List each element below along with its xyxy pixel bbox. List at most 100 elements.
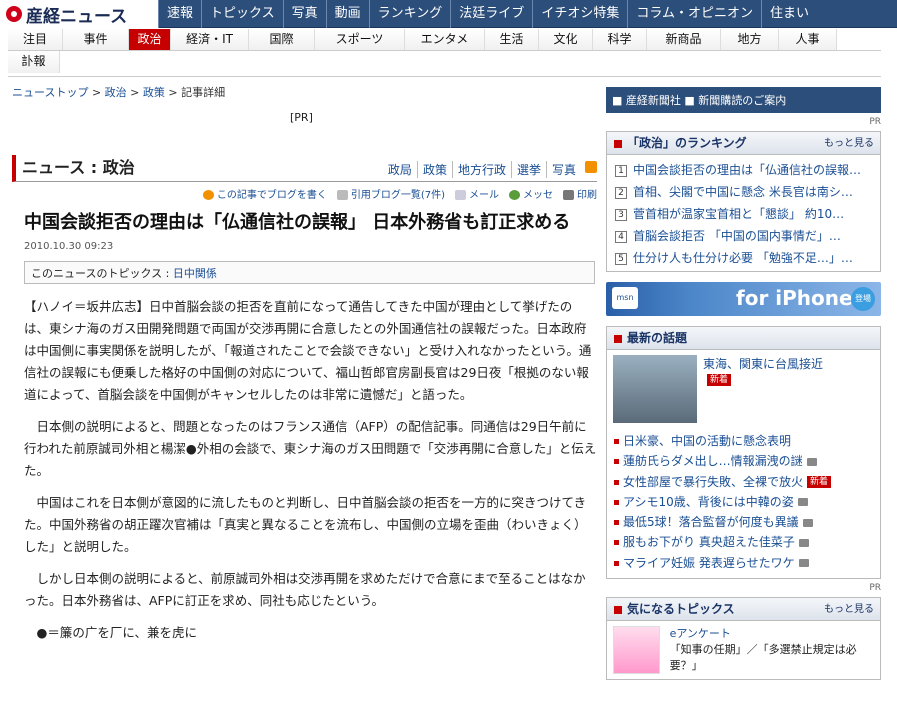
news-item[interactable]: アシモ10歳、背後には中韓の姿: [613, 492, 874, 512]
topnav-video[interactable]: 動画: [325, 0, 369, 28]
news-item[interactable]: 最低5球！落合監督が何度も異議: [613, 512, 874, 532]
category-navigation: 注目 事件 政治 経済・IT 国際 スポーツ エンタメ 生活 文化 科学 新商品…: [8, 29, 881, 77]
blog-tool-label: この記事でブログを書く: [216, 189, 327, 201]
featured-news[interactable]: 東海、関東に台風接近 新着: [613, 355, 874, 423]
topnav-court-live[interactable]: 法廷ライブ: [450, 0, 532, 28]
topic-label[interactable]: eアンケート: [670, 626, 874, 642]
latest-news-title: 最新の話題: [607, 327, 880, 350]
print-icon: [563, 189, 574, 200]
ranking-item-text: 仕分け人も仕分け必要 「勉強不足…」…: [633, 251, 853, 265]
topnav-breaking[interactable]: 速報: [158, 0, 201, 28]
subnav-sports[interactable]: スポーツ: [315, 29, 405, 50]
news-item-text: 服もお下がり 真央超えた佳菜子: [623, 535, 795, 550]
site-logo[interactable]: 産経ニュース: [0, 0, 158, 28]
article-paragraph: 【ハノイ＝坂井広志】日中首脳会談の拒否を直前になって通告してきた中国が理由として…: [24, 299, 592, 402]
subnav-culture[interactable]: 文化: [539, 29, 593, 50]
news-item[interactable]: 日米豪、中国の活動に懸念表明: [613, 431, 874, 451]
ranking-item[interactable]: 3 菅首相が温家宝首相と「懇談」 約10…: [615, 203, 874, 225]
article-paragraph: 日本側の説明によると、問題となったのはフランス通信（AFP）の配信記事。同通信は…: [24, 419, 597, 478]
iphone-banner-text: for iPhone: [736, 286, 853, 310]
messenger-icon: [509, 189, 520, 200]
section-cat-policy[interactable]: 政策: [416, 161, 452, 178]
subnav-personnel[interactable]: 人事: [779, 29, 837, 50]
ranking-item-text: 首脳会談拒否 「中国の国内事情だ」…: [633, 229, 841, 243]
topics-more-link[interactable]: もっと見る: [824, 598, 874, 621]
topnav-photo[interactable]: 写真: [282, 0, 326, 28]
subnav-politics[interactable]: 政治: [129, 29, 171, 50]
breadcrumb-news-top[interactable]: ニューストップ: [12, 86, 88, 99]
iphone-banner[interactable]: msn for iPhone 登場: [606, 282, 881, 316]
ranking-item[interactable]: 1 中国会談拒否の理由は「仏通信社の誤報…: [615, 159, 874, 181]
msn-logo-icon: msn: [612, 287, 638, 309]
section-cat-election[interactable]: 選挙: [510, 161, 546, 178]
topics-box: 気になるトピックス もっと見る eアンケート 「知事の任期」／「多選禁止規定は必要？…: [606, 597, 881, 681]
pr-label[interactable]: [PR]: [290, 111, 313, 124]
breadcrumb-current: 記事詳細: [181, 86, 226, 99]
blog-tool[interactable]: この記事でブログを書く: [202, 186, 327, 201]
topic-link[interactable]: 日中関係: [173, 267, 217, 280]
topic-thumbnail[interactable]: [613, 626, 660, 675]
subscription-banner[interactable]: ■ 産経新聞社 ■ 新聞購読のご案内: [606, 87, 881, 113]
print-tool-label: 印刷: [577, 189, 597, 201]
mail-tool[interactable]: メール: [455, 186, 499, 201]
subnav-entertainment[interactable]: エンタメ: [405, 29, 485, 50]
print-tool[interactable]: 印刷: [563, 186, 597, 201]
topic-label: このニュースのトピックス :: [31, 267, 173, 280]
ranking-item[interactable]: 5 仕分け人も仕分け必要 「勉強不足…」…: [615, 247, 874, 269]
ranking-item[interactable]: 2 首相、尖閣で中国に懸念 米長官は南シ…: [615, 181, 874, 203]
news-item[interactable]: 服もお下がり 真央超えた佳菜子: [613, 532, 874, 552]
news-item-text: 女性部屋で暴行失敗、全裸で放火: [623, 474, 804, 489]
section-cat-political-situation[interactable]: 政局: [383, 161, 417, 178]
topnav-housing[interactable]: 住まい: [760, 0, 817, 28]
news-item[interactable]: 蓮舫氏らダメ出し…情報漏洩の謎: [613, 451, 874, 471]
topic-text[interactable]: 「知事の任期」／「多選禁止規定は必要？」: [670, 642, 874, 674]
breadcrumb-politics[interactable]: 政治: [105, 86, 127, 99]
section-cat-photo[interactable]: 写真: [545, 161, 581, 178]
subnav-incident[interactable]: 事件: [63, 29, 129, 50]
article-paragraph: しかし日本側の説明によると、前原誠司外相は交渉再開を求めただけで合意にまで至るこ…: [24, 571, 586, 608]
messenger-tool[interactable]: メッセ: [509, 186, 553, 201]
iphone-badge: 登場: [851, 287, 875, 311]
subnav-economy[interactable]: 経済・IT: [171, 29, 249, 50]
subnav-new-products[interactable]: 新商品: [647, 29, 721, 50]
subnav-science[interactable]: 科学: [593, 29, 647, 50]
news-item-text: 最低5球！落合監督が何度も異議: [623, 515, 799, 530]
article-title: 中国会談拒否の理由は「仏通信社の誤報」 日本外務省も訂正求める: [24, 212, 571, 233]
topnav-column[interactable]: コラム・オピニオン: [627, 0, 761, 28]
ranking-item-text: 中国会談拒否の理由は「仏通信社の誤報…: [633, 163, 862, 177]
trackback-icon: [336, 189, 348, 200]
subnav-regional[interactable]: 地方: [721, 29, 779, 50]
topnav-feature[interactable]: イチオシ特集: [532, 0, 627, 28]
breadcrumb-sep: >: [164, 86, 182, 99]
news-item-text: 日米豪、中国の活動に懸念表明: [623, 434, 792, 448]
subnav-attention[interactable]: 注目: [8, 29, 63, 50]
news-item[interactable]: 女性部屋で暴行失敗、全裸で放火 新着: [613, 472, 874, 492]
camera-icon: [806, 457, 817, 466]
trackback-tool[interactable]: 引用ブログ一覧(7件): [336, 186, 445, 201]
news-item[interactable]: マライア妊娠 発表遅らせたワケ: [613, 553, 874, 573]
rank-number-1: 1: [615, 164, 627, 177]
topics-title-text: 気になるトピックス: [627, 602, 735, 617]
article-paragraph: 中国はこれを日本側が意図的に流したものと判断し、日中首脳会談の拒否を一方的に突き…: [24, 495, 587, 554]
ranking-box: 「政治」のランキング もっと見る 1 中国会談拒否の理由は「仏通信社の誤報… 2 首相…: [606, 131, 881, 272]
topnav-ranking[interactable]: ランキング: [368, 0, 451, 28]
topnav-topics[interactable]: トピックス: [201, 0, 283, 28]
news-item-text: アシモ10歳、背後には中韓の姿: [623, 494, 794, 509]
messenger-tool-label: メッセ: [523, 189, 553, 201]
featured-news-headline: 東海、関東に台風接近: [703, 357, 824, 371]
subnav-life[interactable]: 生活: [485, 29, 539, 50]
camera-icon: [797, 498, 808, 507]
rss-icon[interactable]: [585, 161, 597, 173]
breadcrumb-policy[interactable]: 政策: [143, 86, 165, 99]
rank-number-5: 5: [615, 252, 627, 265]
rank-number-3: 3: [615, 208, 627, 221]
section-cat-local-gov[interactable]: 地方行政: [451, 161, 511, 178]
subnav-obituary[interactable]: 訃報: [8, 51, 60, 73]
subnav-international[interactable]: 国際: [249, 29, 315, 50]
featured-news-photo[interactable]: [613, 355, 697, 423]
ranking-more-link[interactable]: もっと見る: [824, 132, 874, 155]
camera-icon: [802, 518, 813, 527]
top-navigation-bar: 産経ニュース 速報 トピックス 写真 動画 ランキング 法廷ライブ イチオシ特集…: [0, 0, 897, 28]
ranking-item[interactable]: 4 首脳会談拒否 「中国の国内事情だ」…: [615, 225, 874, 247]
ranking-title: 「政治」のランキング もっと見る: [607, 132, 880, 155]
